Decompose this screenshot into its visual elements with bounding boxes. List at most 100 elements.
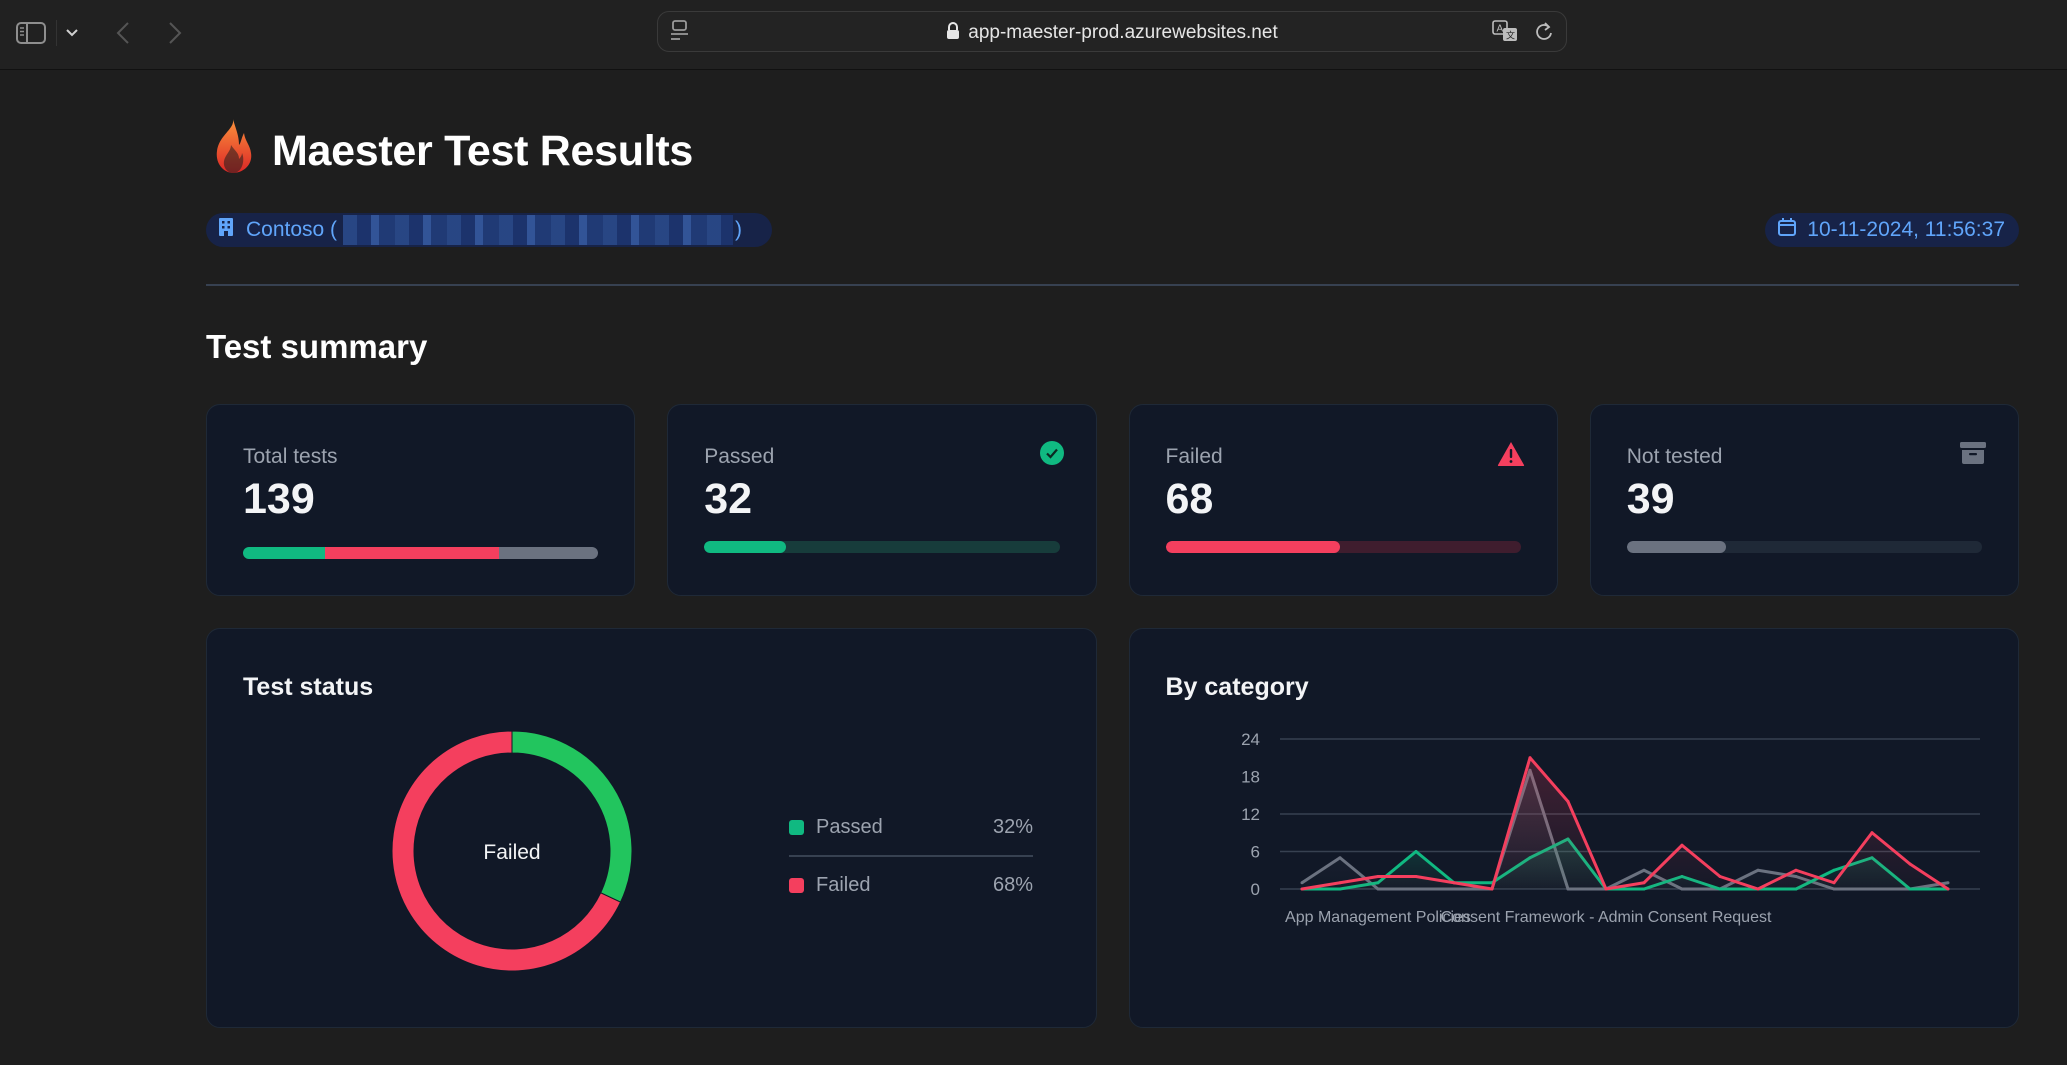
page-title: Maester Test Results <box>272 127 693 175</box>
toolbar-separator <box>56 20 57 46</box>
data-point[interactable] <box>1604 887 1607 891</box>
legend-swatch <box>789 819 804 835</box>
lock-icon <box>946 22 960 46</box>
card-not-tested: Not tested 39 <box>1589 404 2019 596</box>
data-point[interactable] <box>1680 843 1683 847</box>
svg-text:A: A <box>1497 24 1504 35</box>
data-point[interactable] <box>1946 887 1949 891</box>
data-point[interactable] <box>1490 887 1493 891</box>
data-point[interactable] <box>1642 881 1645 885</box>
legend-label: Failed <box>816 873 871 896</box>
card-value: 39 <box>1626 475 1675 523</box>
y-tick-label: 6 <box>1250 843 1259 862</box>
data-point[interactable] <box>1566 800 1569 803</box>
card-label: Total tests <box>243 445 338 468</box>
donut-slice-passed[interactable] <box>511 730 633 903</box>
bar-fill <box>1165 541 1340 553</box>
progress-bar <box>1165 541 1521 553</box>
y-tick-label: 0 <box>1250 880 1259 899</box>
forward-icon[interactable] <box>162 18 188 48</box>
bar-fill <box>704 541 786 553</box>
bar-fill <box>1626 541 1727 553</box>
legend-item-passed[interactable]: Passed 32% <box>789 801 1033 853</box>
card-value: 139 <box>243 475 315 523</box>
redacted-tenant-id <box>343 215 734 245</box>
panel-title: Test status <box>243 673 374 701</box>
bar-segment <box>498 547 599 559</box>
data-point[interactable] <box>1832 881 1835 885</box>
date-badge: 10-11-2024, 11:56:37 <box>1765 213 2019 247</box>
data-point[interactable] <box>1414 875 1417 878</box>
donut-chart: Failed <box>391 730 633 972</box>
y-tick-label: 24 <box>1241 730 1260 749</box>
sidebar-icon[interactable] <box>14 18 48 48</box>
tenant-name: Contoso ( <box>246 218 338 241</box>
donut-center-label: Failed <box>483 841 540 864</box>
data-point[interactable] <box>1300 881 1303 885</box>
archive-icon <box>1960 441 1986 470</box>
data-point[interactable] <box>1946 881 1949 885</box>
header-divider <box>206 284 2019 286</box>
bar-segment <box>243 547 325 559</box>
summary-cards: Total tests 139 Passed 32 Failed 68 Not … <box>206 404 2019 596</box>
x-tick-label: Consent Framework - Admin Consent Reques… <box>1440 909 1771 926</box>
card-total-tests: Total tests 139 <box>206 404 636 596</box>
browser-toolbar: app-maester-prod.azurewebsites.net A文 <box>0 0 2067 70</box>
y-tick-label: 12 <box>1241 805 1260 824</box>
legend-percent: 68% <box>992 873 1033 896</box>
data-point[interactable] <box>1756 868 1759 872</box>
progress-bar <box>1626 541 1982 553</box>
card-label: Passed <box>704 445 775 468</box>
by-category-panel: By category 0 6 12 18 24 App Management Polic… <box>1128 628 2019 1028</box>
data-point[interactable] <box>1376 875 1379 878</box>
data-point[interactable] <box>1338 856 1341 860</box>
data-point[interactable] <box>1718 875 1721 878</box>
chart-panels: Test status Failed Passed 32% Failed 68% <box>206 628 2019 1028</box>
data-point[interactable] <box>1794 868 1797 872</box>
calendar-icon <box>1777 217 1797 243</box>
section-title: Test summary <box>206 328 428 365</box>
reload-icon[interactable] <box>1534 20 1554 49</box>
data-point[interactable] <box>1908 862 1911 866</box>
url-text[interactable]: app-maester-prod.azurewebsites.net <box>968 22 1277 43</box>
data-point[interactable] <box>1870 831 1873 835</box>
category-line-chart: 06121824App Management PoliciesConsent F… <box>1241 730 1980 926</box>
legend-divider <box>789 855 1033 857</box>
legend-percent: 32% <box>992 815 1033 838</box>
check-circle-icon <box>1039 441 1064 470</box>
donut-legend: Passed 32% Failed 68% <box>789 801 1033 911</box>
data-point[interactable] <box>1756 887 1759 891</box>
flame-logo-icon <box>216 119 252 173</box>
chevron-down-icon[interactable] <box>62 18 82 48</box>
legend-label: Passed <box>816 815 883 838</box>
back-icon[interactable] <box>110 18 136 48</box>
translate-icon[interactable]: A文 <box>1492 20 1520 49</box>
address-bar[interactable]: app-maester-prod.azurewebsites.net A文 <box>657 11 1567 52</box>
legend-swatch <box>789 877 804 893</box>
report-page: Maester Test Results Contoso ( ) 10-11-2… <box>206 70 2019 1028</box>
data-point[interactable] <box>1528 756 1531 760</box>
svg-text:文: 文 <box>1506 30 1515 42</box>
card-value: 68 <box>1165 475 1214 523</box>
card-value: 32 <box>704 475 753 523</box>
card-passed: Passed 32 <box>667 404 1097 596</box>
data-point[interactable] <box>1452 881 1455 885</box>
page-header: Maester Test Results <box>206 70 2019 180</box>
bar-segment <box>324 547 499 559</box>
building-icon <box>218 217 234 243</box>
stacked-progress-bar <box>243 547 599 559</box>
data-point[interactable] <box>1642 868 1645 872</box>
data-point[interactable] <box>1414 850 1417 853</box>
card-failed: Failed 68 <box>1128 404 1558 596</box>
y-tick-label: 18 <box>1241 768 1260 787</box>
tenant-badge: Contoso ( ) <box>206 213 772 247</box>
report-datetime: 10-11-2024, 11:56:37 <box>1807 218 2005 241</box>
data-point[interactable] <box>1832 868 1835 872</box>
warning-icon <box>1497 441 1525 472</box>
tenant-name-suffix: ) <box>735 218 743 241</box>
data-point[interactable] <box>1300 887 1303 891</box>
legend-item-failed[interactable]: Failed 68% <box>789 859 1033 911</box>
data-point[interactable] <box>1338 881 1341 885</box>
progress-bar <box>704 541 1060 553</box>
test-status-panel: Test status Failed Passed 32% Failed 68% <box>206 628 1097 1028</box>
